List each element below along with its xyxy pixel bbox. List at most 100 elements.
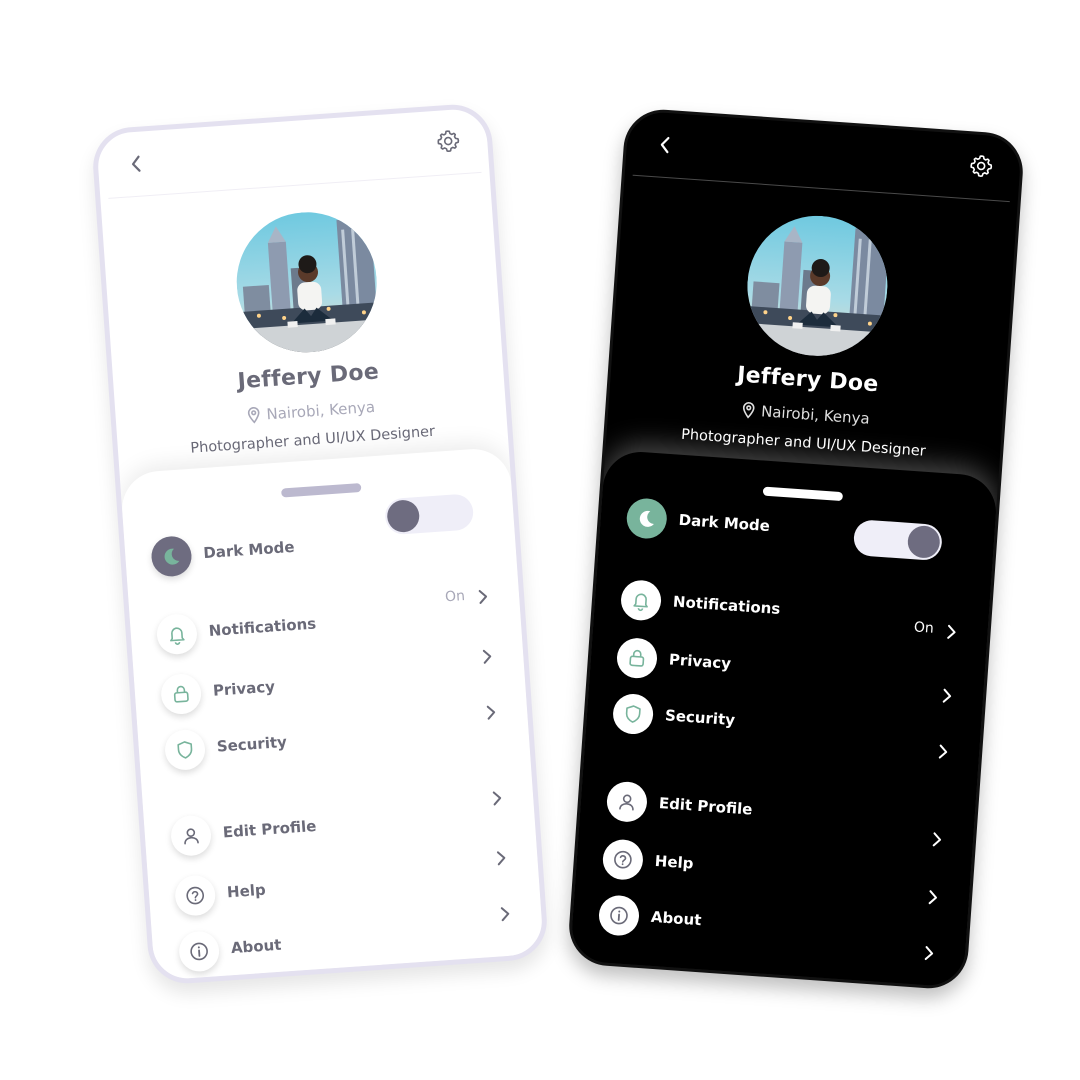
profile-location-text: Nairobi, Kenya	[760, 402, 871, 428]
help-chevron	[920, 885, 946, 911]
back-button[interactable]	[650, 130, 680, 160]
edit-profile-icon-circle	[169, 814, 213, 858]
security-row[interactable]: Security	[611, 692, 958, 759]
about-label: About	[650, 907, 703, 930]
edit-profile-chevron	[484, 785, 510, 811]
info-icon	[610, 906, 628, 925]
moon-icon	[164, 548, 180, 565]
notifications-row[interactable]: Notifications On	[619, 578, 966, 643]
privacy-row[interactable]: Privacy	[615, 636, 962, 703]
light-mode-screen: Jeffery Doe Nairobi, Kenya Photographer …	[90, 102, 550, 986]
about-chevron	[916, 940, 942, 966]
chevron-right-icon	[938, 744, 948, 759]
back-icon	[131, 155, 141, 172]
privacy-chevron	[934, 683, 960, 709]
privacy-icon-circle	[159, 672, 203, 716]
help-chevron	[489, 845, 515, 871]
sheet-handle[interactable]	[762, 486, 844, 502]
dark-mode-screen: Jeffery Doe Nairobi, Kenya Photographer …	[566, 107, 1026, 991]
dark-mode-label: Dark Mode	[678, 510, 771, 536]
lock-icon	[629, 649, 645, 667]
about-label: About	[230, 935, 282, 958]
dark-mode-icon-circle	[625, 497, 669, 540]
privacy-label: Privacy	[212, 677, 276, 700]
help-row[interactable]: Help	[601, 838, 948, 905]
settings-button[interactable]	[963, 148, 999, 184]
security-icon-circle	[163, 728, 207, 772]
sheet-handle[interactable]	[281, 483, 362, 498]
notifications-chevron	[470, 584, 496, 610]
user-icon	[184, 828, 199, 845]
back-icon	[660, 136, 670, 154]
chevron-right-icon	[496, 851, 506, 866]
security-row[interactable]: Security	[163, 705, 506, 772]
edit-profile-label: Edit Profile	[658, 794, 753, 819]
security-chevron	[930, 739, 956, 765]
settings-sheet: Dark Mode Notifications On Privacy Secur…	[119, 446, 545, 981]
shield-icon	[625, 705, 641, 723]
privacy-icon-circle	[615, 636, 659, 680]
profile-avatar	[742, 211, 893, 361]
user-icon	[619, 794, 634, 811]
privacy-chevron	[474, 644, 500, 670]
moon-icon	[639, 510, 654, 527]
help-icon-circle	[173, 874, 217, 917]
privacy-row[interactable]: Privacy	[159, 649, 502, 716]
notifications-icon-circle	[155, 612, 199, 656]
chevron-right-icon	[928, 890, 938, 905]
bell-icon	[170, 627, 185, 645]
edit-profile-icon-circle	[605, 780, 649, 824]
about-row[interactable]: About	[597, 894, 944, 961]
notifications-status: On	[444, 588, 466, 606]
location-pin-icon	[742, 402, 755, 419]
dark-mode-phone: Jeffery Doe Nairobi, Kenya Photographer …	[566, 107, 1026, 991]
toggle-knob	[906, 524, 941, 559]
about-icon-circle	[597, 894, 641, 937]
gear-icon	[970, 155, 993, 177]
notifications-row[interactable]: Notifications On	[155, 588, 498, 656]
notifications-label: Notifications	[672, 592, 781, 619]
security-icon-circle	[611, 692, 655, 736]
chevron-right-icon	[482, 649, 492, 664]
toggle-knob	[386, 499, 421, 534]
notifications-status: On	[913, 619, 935, 637]
chevron-right-icon	[478, 589, 488, 604]
chevron-right-icon	[942, 688, 952, 703]
dark-mode-toggle[interactable]	[852, 519, 944, 562]
profile-avatar	[231, 207, 382, 358]
dark-mode-label: Dark Mode	[202, 537, 296, 563]
chevron-right-icon	[947, 624, 956, 639]
about-chevron	[492, 901, 518, 927]
shield-icon	[177, 741, 193, 759]
dark-mode-toggle[interactable]	[384, 493, 475, 536]
help-icon-circle	[601, 838, 645, 882]
chevron-right-icon	[500, 907, 510, 922]
notifications-icon-circle	[619, 578, 663, 622]
about-icon-circle	[177, 930, 221, 973]
chevron-right-icon	[924, 946, 934, 961]
privacy-label: Privacy	[668, 650, 732, 673]
bell-icon	[633, 593, 648, 612]
edit-profile-row[interactable]: Edit Profile	[605, 780, 952, 847]
lock-icon	[173, 685, 189, 703]
edit-profile-label: Edit Profile	[222, 816, 317, 842]
info-icon	[190, 942, 208, 961]
profile-location-text: Nairobi, Kenya	[265, 397, 376, 424]
edit-profile-row[interactable]: Edit Profile	[169, 791, 512, 858]
light-mode-phone: Jeffery Doe Nairobi, Kenya Photographer …	[90, 102, 550, 986]
help-label: Help	[654, 851, 695, 873]
chevron-right-icon	[492, 791, 502, 806]
location-pin-icon	[247, 407, 260, 424]
help-icon	[186, 886, 205, 905]
chevron-right-icon	[932, 832, 942, 847]
help-row[interactable]: Help	[173, 851, 516, 917]
security-label: Security	[216, 732, 288, 756]
gear-icon	[437, 130, 460, 153]
chevron-right-icon	[486, 705, 496, 720]
edit-profile-chevron	[924, 827, 950, 853]
help-label: Help	[226, 880, 267, 902]
settings-sheet: Dark Mode Notifications On Privacy Secur…	[569, 449, 999, 988]
about-row[interactable]: About	[177, 907, 520, 973]
settings-button[interactable]	[430, 123, 466, 159]
back-button[interactable]	[121, 149, 151, 179]
